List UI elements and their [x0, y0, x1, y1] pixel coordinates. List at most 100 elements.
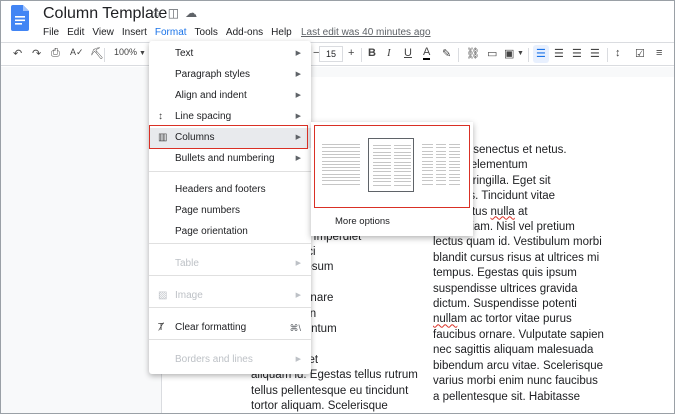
- app-window: Column Template ☆ ◫ ☁ File Edit View Insert…: [0, 0, 675, 414]
- insert-image-icon[interactable]: ▣: [504, 47, 514, 60]
- text-color-icon[interactable]: A: [423, 47, 431, 60]
- line-spacing-icon: ↕: [158, 111, 163, 122]
- text-line: a pellentesque sit. Habitasse: [433, 390, 581, 403]
- menu-separator: [149, 275, 311, 276]
- folder-icon[interactable]: ◫: [168, 6, 179, 20]
- format-menu-align-and-indent[interactable]: Align and indent ▶: [149, 86, 311, 106]
- text-line: faucibus ornare. Vulputate sapien: [433, 328, 604, 341]
- format-menu-label: Image: [175, 290, 203, 301]
- menu-help[interactable]: Help: [267, 25, 296, 40]
- format-menu-label: Page numbers: [175, 205, 241, 216]
- last-edit-link[interactable]: Last edit was 40 minutes ago: [301, 27, 431, 38]
- format-menu-borders-and-lines: Borders and lines ▶: [149, 350, 311, 370]
- comment-icon[interactable]: ▭: [487, 47, 497, 60]
- format-menu-label: Clear formatting: [175, 322, 247, 333]
- chevron-right-icon: ▶: [295, 292, 301, 299]
- underline-icon[interactable]: U: [404, 47, 412, 59]
- bold-icon[interactable]: B: [368, 47, 376, 59]
- format-menu-label: Paragraph styles: [175, 69, 251, 80]
- menu-file[interactable]: File: [39, 25, 63, 40]
- menu-add-ons[interactable]: Add-ons: [222, 25, 267, 40]
- chevron-right-icon: ▶: [295, 50, 301, 57]
- columns-highlight-box: [149, 125, 308, 149]
- italic-icon[interactable]: I: [387, 47, 391, 59]
- spellcheck-icon[interactable]: A✓: [70, 47, 84, 58]
- align-justify-icon[interactable]: ☰: [590, 47, 600, 60]
- misspelled-word[interactable]: nulla: [491, 206, 515, 218]
- text-line: varius morbi enim nunc faucibus: [433, 375, 598, 388]
- cloud-icon[interactable]: ☁: [185, 6, 197, 20]
- increase-font-icon[interactable]: +: [348, 47, 354, 59]
- chevron-right-icon: ▶: [295, 113, 301, 120]
- menu-format[interactable]: Format: [151, 25, 191, 40]
- format-menu-paragraph-styles[interactable]: Paragraph styles ▶: [149, 65, 311, 85]
- star-icon[interactable]: ☆: [151, 6, 162, 20]
- align-center-icon[interactable]: ☰: [554, 47, 564, 60]
- checklist-icon[interactable]: ☑: [635, 47, 645, 60]
- format-menu-label: Text: [175, 48, 194, 59]
- column-preset-two-columns[interactable]: [368, 138, 414, 192]
- print-icon[interactable]: ⎙: [51, 47, 60, 60]
- text-line: tellus pellentesque eu tincidunt: [251, 384, 409, 397]
- format-menu-table: Table ▶: [149, 254, 311, 274]
- menu-insert[interactable]: Insert: [118, 25, 151, 40]
- text-line: nullam ac tortor vitae purus: [433, 313, 572, 326]
- column-presets-highlight-box: [314, 125, 470, 208]
- clear-formatting-icon: Ⱦ: [158, 322, 165, 333]
- format-menu: Text ▶ Paragraph styles ▶ Align and indent ▶ ↕…: [149, 41, 311, 374]
- menu-separator: [149, 170, 311, 172]
- format-menu-label: Headers and footers: [175, 184, 266, 195]
- column-preset-three-columns[interactable]: [418, 138, 464, 192]
- menu-view[interactable]: View: [88, 25, 118, 40]
- menu-edit[interactable]: Edit: [63, 25, 88, 40]
- undo-icon[interactable]: ↶: [13, 47, 22, 60]
- format-menu-line-spacing[interactable]: ↕ Line spacing ▶: [149, 107, 311, 127]
- more-options-item[interactable]: More options: [335, 216, 390, 227]
- format-menu-label: Align and indent: [175, 90, 247, 101]
- redo-icon[interactable]: ↷: [32, 47, 41, 60]
- format-menu-label: Table: [175, 258, 199, 269]
- text-line: suspendisse ultrices gravida: [433, 282, 578, 295]
- zoom-select[interactable]: 100%: [114, 47, 137, 57]
- menu-separator: [149, 243, 311, 244]
- format-menu-page-orientation[interactable]: Page orientation: [149, 222, 311, 242]
- format-menu-bullets-and-numbering[interactable]: Bullets and numbering ▶: [149, 149, 311, 169]
- chevron-right-icon: ▶: [295, 155, 301, 162]
- chevron-down-icon[interactable]: ▼: [139, 50, 146, 57]
- toolbar: ↶ ↷ ⎙ A✓ ⛏ 100% ▼ − 15 + B I U A ✎ ⛓ ▭ ▣…: [1, 42, 674, 66]
- highlight-icon[interactable]: ✎: [442, 47, 451, 60]
- format-menu-text[interactable]: Text ▶: [149, 44, 311, 64]
- paint-format-icon[interactable]: ⛏: [90, 47, 104, 60]
- text-line: blandit cursus risus at ultrices mi: [433, 251, 600, 264]
- format-menu-label: Page orientation: [175, 226, 248, 237]
- menu-separator: [149, 307, 311, 308]
- link-icon[interactable]: ⛓: [466, 47, 480, 60]
- text-line: tempus. Egestas quis ipsum: [433, 267, 577, 280]
- bulleted-list-icon[interactable]: ≡: [656, 47, 662, 59]
- shortcut-label: ⌘\: [289, 323, 301, 333]
- docs-logo-icon[interactable]: [11, 5, 29, 31]
- format-menu-page-numbers[interactable]: Page numbers: [149, 201, 311, 221]
- menu-separator: [149, 339, 311, 340]
- menu-tools[interactable]: Tools: [191, 25, 222, 40]
- align-right-icon[interactable]: ☰: [572, 47, 582, 60]
- misspelled-word[interactable]: nulla: [433, 313, 457, 325]
- title-actions: ☆ ◫ ☁: [151, 6, 197, 20]
- chevron-right-icon: ▶: [295, 260, 301, 267]
- text-line: tortor aliquam. Scelerisque: [251, 400, 388, 413]
- text-line: bibendum arcu vitae. Scelerisque: [433, 359, 604, 372]
- format-menu-label: Bullets and numbering: [175, 153, 275, 164]
- chevron-right-icon: ▶: [295, 71, 301, 78]
- chevron-right-icon: ▶: [295, 356, 301, 363]
- format-menu-image: ▨ Image ▶: [149, 286, 311, 306]
- format-menu-label: Borders and lines: [175, 354, 253, 365]
- text-line: nec sagittis aliquam malesuada: [433, 344, 594, 357]
- column-preset-one-column[interactable]: [318, 138, 364, 192]
- format-menu-headers-and-footers[interactable]: Headers and footers: [149, 180, 311, 200]
- align-left-icon[interactable]: ☰: [536, 47, 546, 60]
- chevron-down-icon[interactable]: ▼: [517, 50, 524, 57]
- document-title[interactable]: Column Template: [43, 5, 167, 23]
- format-menu-clear-formatting[interactable]: Ⱦ Clear formatting ⌘\: [149, 318, 311, 338]
- line-spacing-icon[interactable]: ↕: [615, 47, 621, 59]
- font-size-input[interactable]: 15: [319, 46, 343, 62]
